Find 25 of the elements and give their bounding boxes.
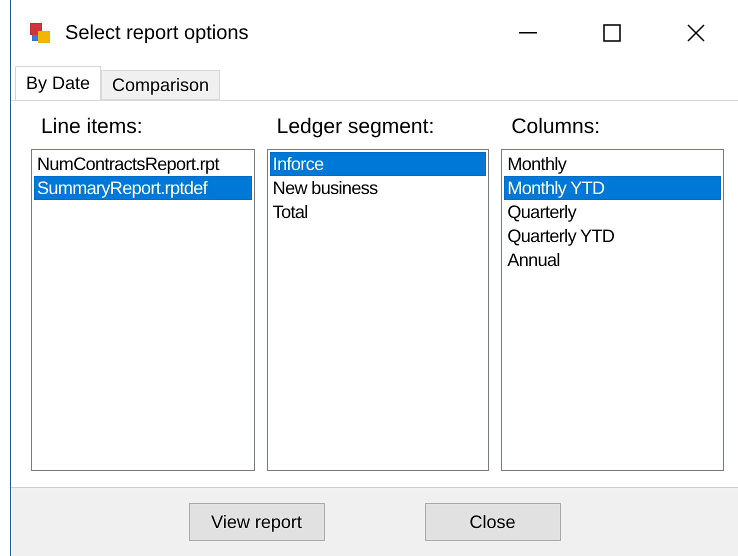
list-item[interactable]: Monthly YTD <box>504 176 722 200</box>
list-item[interactable]: SummaryReport.rptdef <box>34 176 252 200</box>
list-item[interactable]: Inforce <box>270 152 486 176</box>
list-item[interactable]: Monthly <box>504 152 722 176</box>
maximize-icon <box>603 24 621 42</box>
list-item[interactable]: Total <box>270 200 486 224</box>
window-title: Select report options <box>65 22 250 44</box>
list-label: Ledger segment: <box>276 115 436 140</box>
dialog-button[interactable]: View report <box>188 503 324 541</box>
list-item[interactable]: Quarterly <box>504 200 722 224</box>
dialog-button[interactable]: Close <box>424 503 560 541</box>
close-icon <box>687 24 705 42</box>
minimize-icon <box>519 32 537 34</box>
list-box[interactable]: NumContractsReport.rpt SummaryReport.rptdef <box>31 149 255 471</box>
list-item[interactable]: Annual <box>504 248 722 272</box>
list-label: Line items: <box>40 115 144 140</box>
tab[interactable]: By Date <box>15 66 102 100</box>
list-box[interactable]: Monthly Monthly YTD Quarterly Quarterly YTD Annual <box>501 149 724 471</box>
tab[interactable]: Comparison <box>101 70 220 100</box>
app-icon <box>29 22 51 44</box>
list-item[interactable]: New business <box>270 176 486 200</box>
list-item[interactable]: NumContractsReport.rpt <box>34 152 252 176</box>
list-item[interactable]: Quarterly YTD <box>504 224 722 248</box>
list-label: Columns: <box>510 115 602 140</box>
list-box[interactable]: Inforce New business Total <box>266 149 490 471</box>
